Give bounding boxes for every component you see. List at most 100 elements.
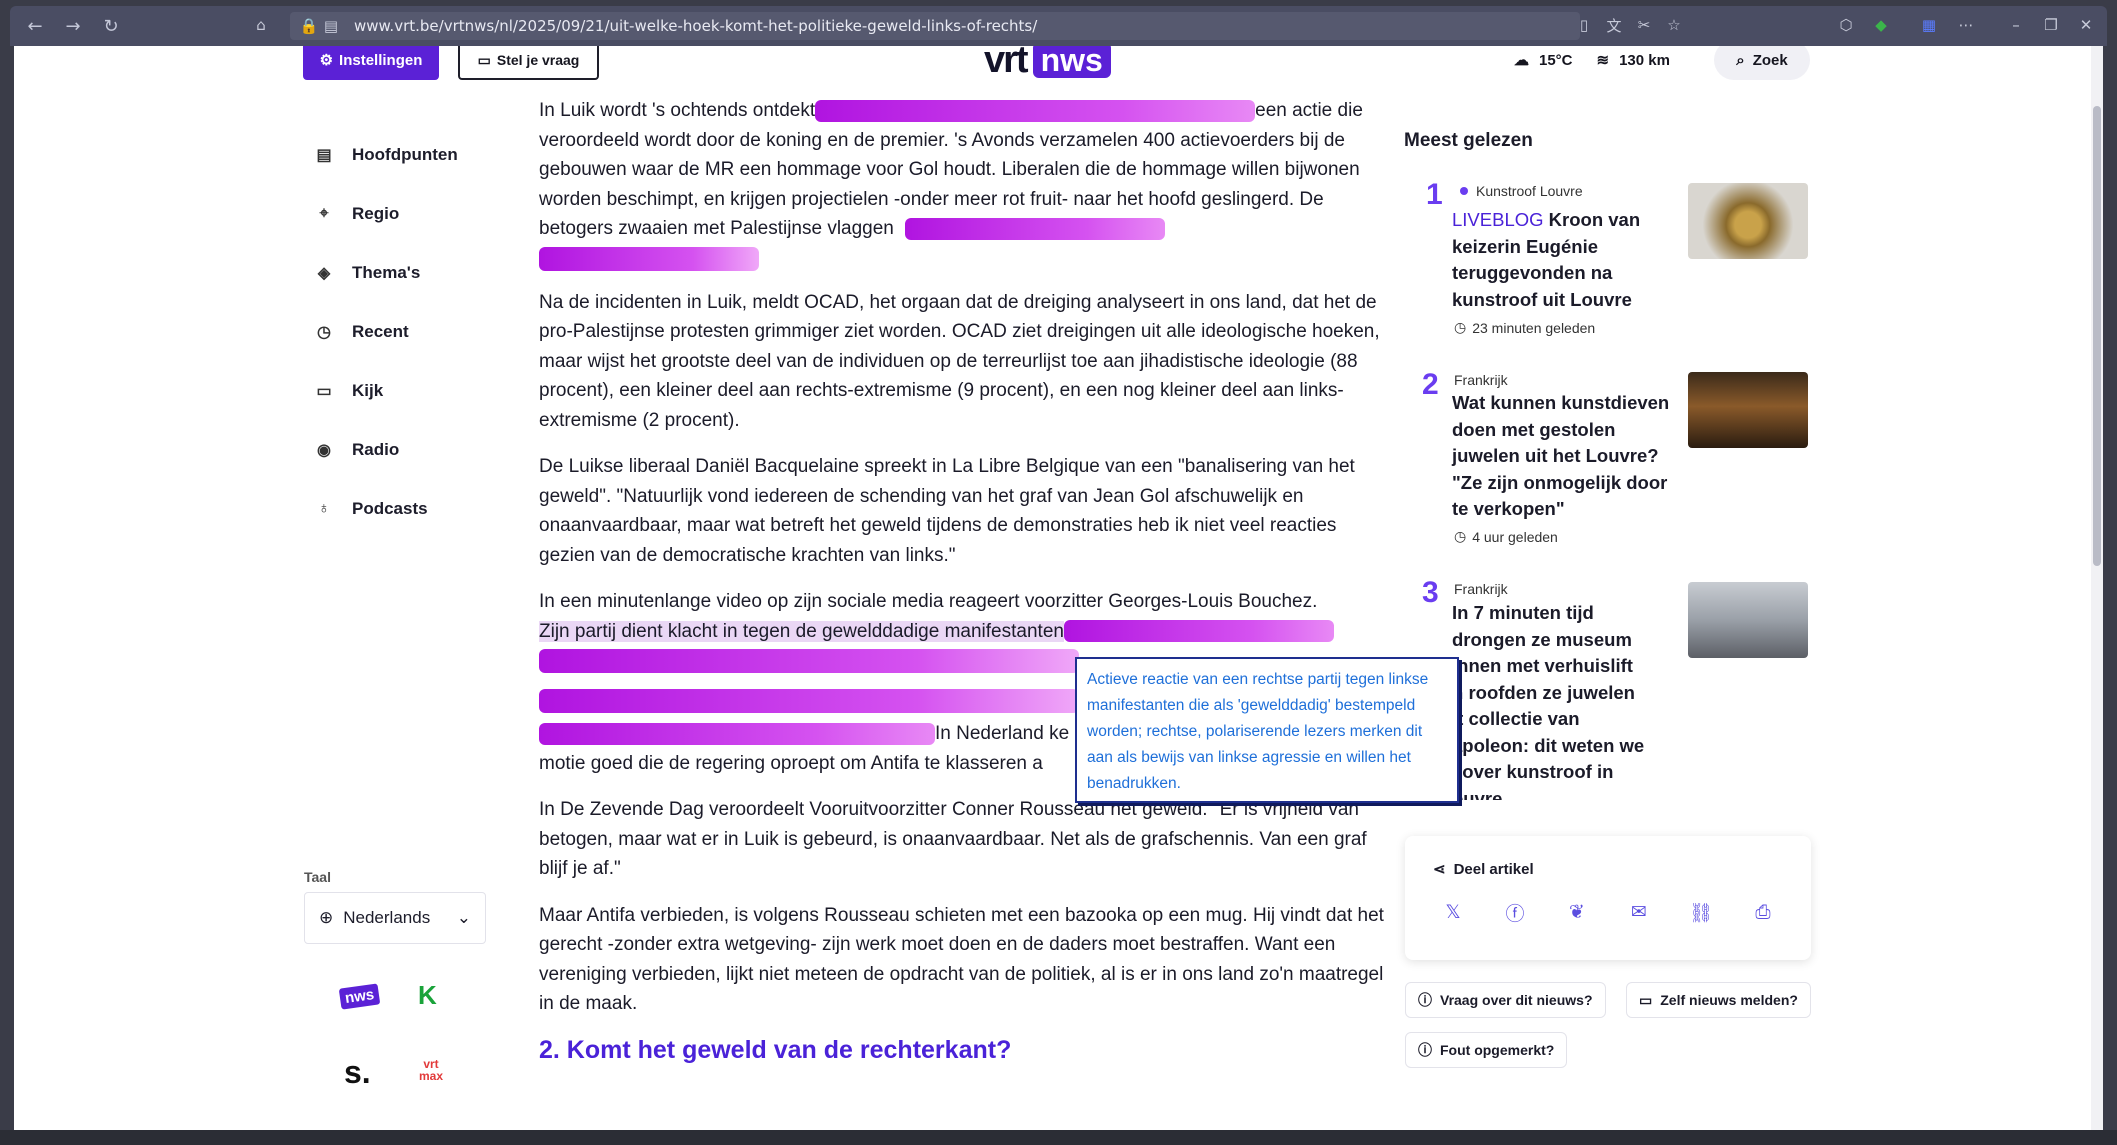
article-paragraph-3: De Luikse liberaal Daniël Bacquelaine sp…: [539, 456, 1355, 566]
sidebar-item-podcasts[interactable]: ♁ Podcasts: [314, 494, 428, 524]
most-read-story-2[interactable]: Wat kunnen kunstdieven doen met gestolen…: [1452, 390, 1677, 523]
wind-value: 130 km: [1619, 51, 1670, 69]
language-label: Taal: [304, 869, 331, 885]
selected-text[interactable]: Zijn partij dient klacht in tegen de gew…: [539, 620, 1064, 642]
clock-icon: ◷: [1454, 528, 1467, 544]
web-page: ⚙ Instellingen ▭ Stel je vraag vrt nws ☁…: [14, 46, 2103, 1130]
rank-number: 2: [1422, 368, 1439, 401]
location-pin-icon: ⌖: [319, 205, 329, 222]
redaction-highlight: [539, 649, 1079, 673]
info-icon: ⓘ: [1418, 992, 1432, 1008]
search-icon: ⌕: [1736, 51, 1745, 69]
story-kicker: Kunstroof Louvre: [1460, 183, 1583, 199]
language-select[interactable]: ⊕ Nederlands ⌄: [304, 892, 486, 944]
report-error-button[interactable]: ⓘ Fout opgemerkt?: [1405, 1032, 1568, 1068]
extension-blue-icon[interactable]: ▦: [1918, 14, 1940, 36]
louvre-gallery-thumbnail[interactable]: [1688, 372, 1808, 448]
window-bottom-edge: [0, 1130, 2117, 1145]
temperature: 15°C: [1539, 51, 1573, 69]
settings-button[interactable]: ⚙ Instellingen: [303, 46, 439, 80]
vrt-max-brand-logo[interactable]: vrt max: [418, 1058, 444, 1082]
bookmark-icon[interactable]: ☆: [1663, 14, 1685, 36]
nws-brand-logo[interactable]: nws: [338, 983, 381, 1010]
browser-toolbar: ← → ↻ ⌂ 🔒 ▤ www.vrt.be/vrtnws/nl/2025/09…: [10, 6, 2107, 46]
print-icon[interactable]: ⎙: [1749, 898, 1777, 926]
close-icon[interactable]: ✕: [2075, 14, 2097, 36]
lock-icon: 🔒: [299, 17, 319, 35]
address-bar[interactable]: 🔒 ▤ www.vrt.be/vrtnws/nl/2025/09/21/uit-…: [290, 12, 1580, 40]
page-icon[interactable]: ▯: [1573, 14, 1595, 36]
sidebar-item-themas[interactable]: ◈ Thema's: [314, 258, 420, 288]
weather-widget: ☁ 15°C ≋ 130 km: [1514, 46, 1670, 74]
sidebar-item-regio[interactable]: ⌖ Regio: [314, 199, 399, 229]
chat-icon: ▭: [1639, 991, 1653, 1008]
x-icon[interactable]: 𝕏: [1439, 898, 1467, 926]
question-button[interactable]: ⓘ Vraag over dit nieuws?: [1405, 982, 1606, 1018]
ketnet-brand-logo[interactable]: K: [418, 980, 437, 1011]
article-paragraph-6: Maar Antifa verbieden, is volgens Rousse…: [539, 904, 1384, 1015]
article-paragraph-2: Na de incidenten in Luik, meldt OCAD, he…: [539, 291, 1380, 431]
share-icon: ⋖: [1433, 861, 1446, 878]
redaction-highlight: [905, 217, 1166, 240]
crown-thumbnail[interactable]: [1688, 183, 1808, 259]
back-icon[interactable]: ←: [22, 13, 48, 39]
sidebar-item-radio[interactable]: ◉ Radio: [314, 435, 399, 465]
story-kicker: Frankrijk: [1454, 581, 1508, 597]
translate-icon[interactable]: 文: [1603, 14, 1625, 36]
article-body: In Luik wordt 's ochtends ontdekt een act…: [539, 96, 1384, 1065]
chat-icon: ▭: [477, 51, 491, 68]
forward-icon[interactable]: →: [60, 13, 86, 39]
reader-icon[interactable]: ▤: [320, 15, 342, 37]
chevron-down-icon: ⌄: [456, 908, 471, 927]
redaction-highlight: [539, 722, 935, 745]
clock-icon: ◷: [317, 324, 331, 341]
globe-icon: ⊕: [319, 908, 334, 927]
cloud-icon: ☁: [1514, 52, 1529, 69]
most-read-story-3[interactable]: In 7 minuten tijd drongen ze museum inne…: [1452, 600, 1677, 800]
sidebar-item-recent[interactable]: ◷ Recent: [314, 317, 409, 347]
redaction-highlight: [1063, 620, 1334, 643]
most-read-title: Meest gelezen: [1404, 130, 1533, 151]
sporza-brand-logo[interactable]: s.: [344, 1054, 371, 1091]
video-icon: ▭: [316, 383, 332, 400]
wind-icon: ≋: [1596, 52, 1610, 69]
scrollbar-thumb[interactable]: [2093, 106, 2101, 566]
rank-number: 1: [1426, 178, 1443, 211]
layers-icon: ◈: [317, 265, 331, 282]
extensions-icon[interactable]: ⬡: [1835, 14, 1857, 36]
settings-icon: ⚙: [319, 52, 334, 69]
info-icon: ⓘ: [1418, 1042, 1432, 1058]
menu-dots-icon[interactable]: ⋯: [1955, 14, 1977, 36]
link-icon[interactable]: ⛓: [1687, 898, 1715, 926]
rank-number: 3: [1422, 576, 1439, 609]
report-news-button[interactable]: ▭ Zelf nieuws melden?: [1626, 982, 1811, 1018]
redaction-highlight: [539, 689, 1079, 713]
story-time: ◷ 23 minuten geleden: [1454, 319, 1596, 336]
search-button[interactable]: ⌕ Zoek: [1714, 46, 1810, 80]
story-time: ◷ 4 uur geleden: [1454, 528, 1558, 545]
facebook-icon[interactable]: ⓕ: [1501, 898, 1529, 926]
section-heading: 2. Komt het geweld van de rechterkant?: [539, 1035, 1012, 1064]
article-paragraph-1: In Luik wordt 's ochtends ontdekt een act…: [539, 96, 1384, 271]
vrt-nws-logo[interactable]: vrt nws: [984, 46, 1111, 81]
scrollbar[interactable]: [2091, 46, 2103, 1130]
article-paragraph-5: In De Zevende Dag veroordeelt Vooruitvoo…: [539, 799, 1367, 879]
sidebar-item-hoofdpunten[interactable]: ▤ Hoofdpunten: [314, 140, 457, 170]
story-kicker: Frankrijk: [1454, 372, 1508, 388]
sidebar-item-kijk[interactable]: ▭ Kijk: [314, 376, 383, 406]
podcast-icon: ♁: [318, 500, 330, 517]
ask-question-button[interactable]: ▭ Stel je vraag: [458, 46, 599, 80]
extension-green-icon[interactable]: ◆: [1870, 14, 1892, 36]
news-icon: ▤: [316, 147, 332, 164]
reload-icon[interactable]: ↻: [98, 13, 124, 39]
louvre-pyramid-thumbnail[interactable]: [1688, 582, 1808, 658]
most-read-story-1[interactable]: LIVEBLOG Kroon van keizerin Eugénie teru…: [1452, 207, 1677, 313]
minimize-icon[interactable]: –: [2005, 14, 2027, 36]
bluesky-icon[interactable]: ❦: [1563, 898, 1591, 926]
live-dot-icon: [1460, 187, 1468, 195]
restore-icon[interactable]: ❐: [2040, 14, 2062, 36]
mail-icon[interactable]: ✉: [1625, 898, 1653, 926]
home-icon[interactable]: ⌂: [250, 14, 272, 36]
screenshot-icon[interactable]: ✂: [1633, 14, 1655, 36]
radio-icon: ◉: [317, 442, 331, 459]
